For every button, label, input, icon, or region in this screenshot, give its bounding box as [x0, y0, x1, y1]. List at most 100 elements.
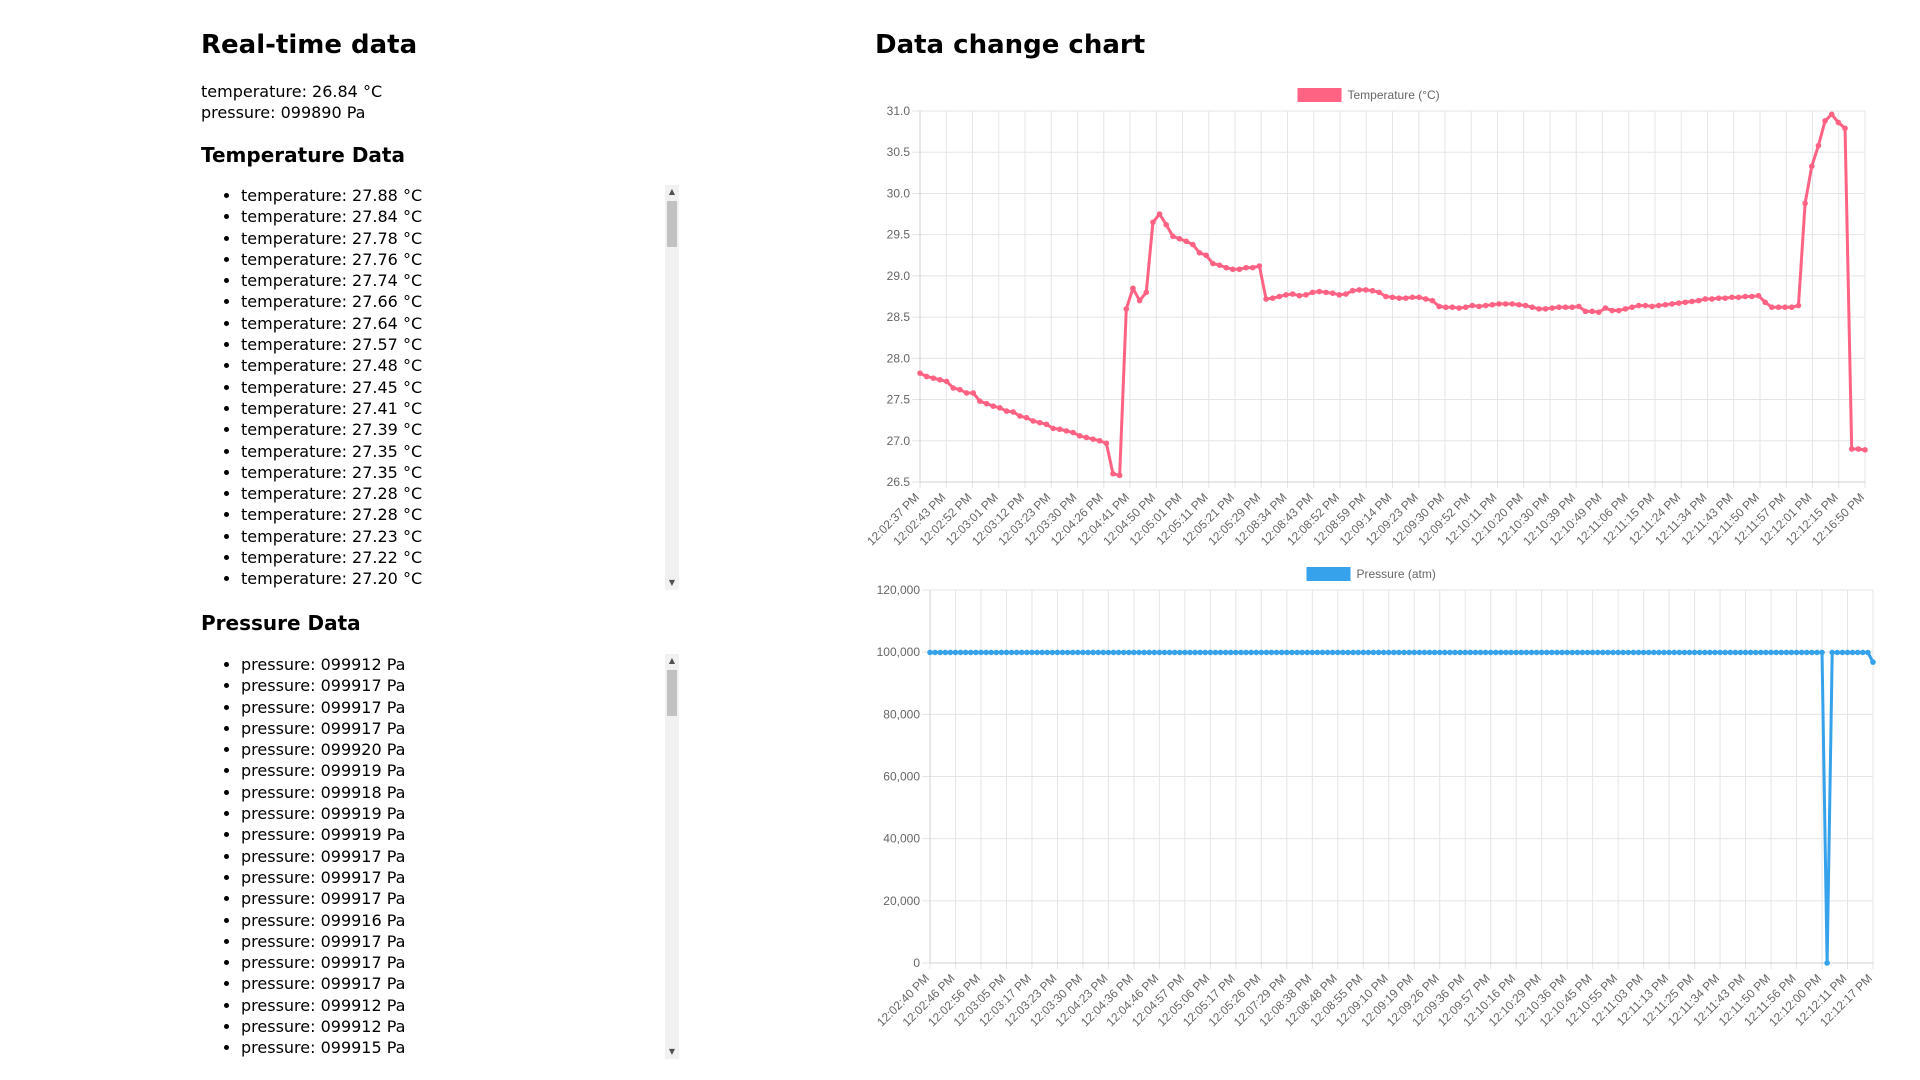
data-point[interactable] — [1385, 649, 1392, 656]
data-point[interactable] — [1635, 302, 1642, 309]
data-point[interactable] — [932, 649, 938, 656]
data-point[interactable] — [1482, 649, 1489, 656]
data-point[interactable] — [1222, 649, 1229, 656]
data-point[interactable] — [1502, 301, 1509, 307]
data-point[interactable] — [1503, 649, 1509, 656]
data-point[interactable] — [1549, 305, 1556, 311]
data-point[interactable] — [1589, 308, 1595, 315]
data-point[interactable] — [1717, 649, 1723, 656]
data-point[interactable] — [1793, 649, 1800, 656]
data-point[interactable] — [1508, 649, 1514, 656]
data-point[interactable] — [1554, 649, 1560, 656]
data-point[interactable] — [993, 649, 1000, 656]
data-point[interactable] — [1258, 649, 1265, 656]
data-point[interactable] — [1808, 163, 1815, 170]
data-point[interactable] — [1656, 649, 1662, 656]
data-point[interactable] — [1349, 287, 1356, 294]
data-point[interactable] — [1253, 649, 1260, 656]
data-point[interactable] — [1426, 649, 1433, 656]
data-point[interactable] — [1702, 296, 1709, 302]
data-point[interactable] — [1063, 428, 1070, 434]
data-point[interactable] — [1758, 649, 1764, 656]
data-point[interactable] — [1622, 306, 1629, 312]
data-point[interactable] — [1294, 649, 1300, 656]
data-point[interactable] — [1143, 289, 1150, 296]
data-point[interactable] — [963, 390, 970, 396]
data-point[interactable] — [1482, 302, 1489, 309]
data-point[interactable] — [1686, 649, 1693, 656]
data-point[interactable] — [1655, 302, 1662, 309]
data-point[interactable] — [1076, 433, 1083, 439]
data-point[interactable] — [1562, 304, 1569, 311]
data-point[interactable] — [1018, 649, 1025, 656]
data-point[interactable] — [1043, 421, 1050, 428]
data-point[interactable] — [1238, 649, 1244, 656]
data-point[interactable] — [1596, 309, 1602, 315]
data-point[interactable] — [1722, 649, 1728, 656]
data-point[interactable] — [1309, 289, 1316, 296]
chart-legend[interactable]: Temperature (°C) — [1297, 88, 1440, 102]
data-point[interactable] — [1819, 649, 1825, 656]
data-point[interactable] — [962, 649, 969, 656]
data-point[interactable] — [1574, 649, 1581, 656]
data-point[interactable] — [1130, 285, 1136, 292]
data-point[interactable] — [1187, 649, 1193, 656]
data-point[interactable] — [1442, 304, 1449, 311]
data-point[interactable] — [947, 649, 954, 656]
data-point[interactable] — [1289, 291, 1296, 297]
data-point[interactable] — [1788, 649, 1795, 656]
data-point[interactable] — [1556, 304, 1562, 311]
data-point[interactable] — [1594, 649, 1601, 656]
data-point[interactable] — [1722, 295, 1729, 301]
data-point[interactable] — [1044, 649, 1051, 656]
data-point[interactable] — [1236, 266, 1243, 273]
scroll-down-arrow-icon[interactable]: ▼ — [665, 576, 679, 590]
data-point[interactable] — [1150, 219, 1156, 226]
data-point[interactable] — [1391, 649, 1397, 656]
data-point[interactable] — [1256, 263, 1263, 269]
data-point[interactable] — [1356, 287, 1363, 293]
data-point[interactable] — [1070, 429, 1076, 436]
data-point[interactable] — [950, 385, 957, 391]
data-point[interactable] — [1273, 649, 1280, 656]
data-point[interactable] — [1569, 304, 1575, 311]
data-point[interactable] — [1217, 649, 1224, 656]
data-point[interactable] — [1103, 440, 1110, 447]
data-point[interactable] — [1056, 426, 1063, 433]
data-point[interactable] — [1854, 649, 1861, 656]
data-point[interactable] — [1090, 649, 1096, 656]
data-point[interactable] — [1309, 649, 1316, 656]
data-point[interactable] — [1763, 649, 1769, 656]
data-point[interactable] — [1017, 413, 1023, 419]
data-point[interactable] — [1196, 250, 1203, 256]
data-point[interactable] — [1324, 649, 1331, 656]
data-point[interactable] — [1536, 306, 1542, 312]
data-point[interactable] — [1100, 649, 1107, 656]
data-point[interactable] — [1123, 306, 1130, 312]
data-point[interactable] — [1629, 304, 1635, 311]
data-point[interactable] — [1662, 301, 1669, 308]
data-point[interactable] — [1576, 303, 1582, 310]
data-point[interactable] — [988, 649, 994, 656]
pressure-list-box[interactable]: pressure: 099912 Papressure: 099917 Papr… — [201, 654, 681, 1059]
data-point[interactable] — [1533, 649, 1540, 656]
data-point[interactable] — [1666, 649, 1672, 656]
data-point[interactable] — [1329, 290, 1336, 296]
data-point[interactable] — [1513, 649, 1519, 656]
data-point[interactable] — [1675, 300, 1682, 306]
data-point[interactable] — [1649, 303, 1655, 310]
data-point[interactable] — [1498, 649, 1504, 656]
data-point[interactable] — [1105, 649, 1112, 656]
data-point[interactable] — [1401, 649, 1407, 656]
data-point[interactable] — [1429, 297, 1436, 304]
data-point[interactable] — [1640, 649, 1647, 656]
data-point[interactable] — [1403, 295, 1409, 301]
data-point[interactable] — [1136, 297, 1143, 304]
data-point[interactable] — [1456, 305, 1462, 311]
data-point[interactable] — [998, 649, 1005, 656]
data-point[interactable] — [1848, 446, 1855, 452]
data-point[interactable] — [1509, 301, 1516, 307]
data-point[interactable] — [1212, 649, 1219, 656]
data-point[interactable] — [1709, 296, 1715, 302]
data-point[interactable] — [1166, 649, 1173, 656]
